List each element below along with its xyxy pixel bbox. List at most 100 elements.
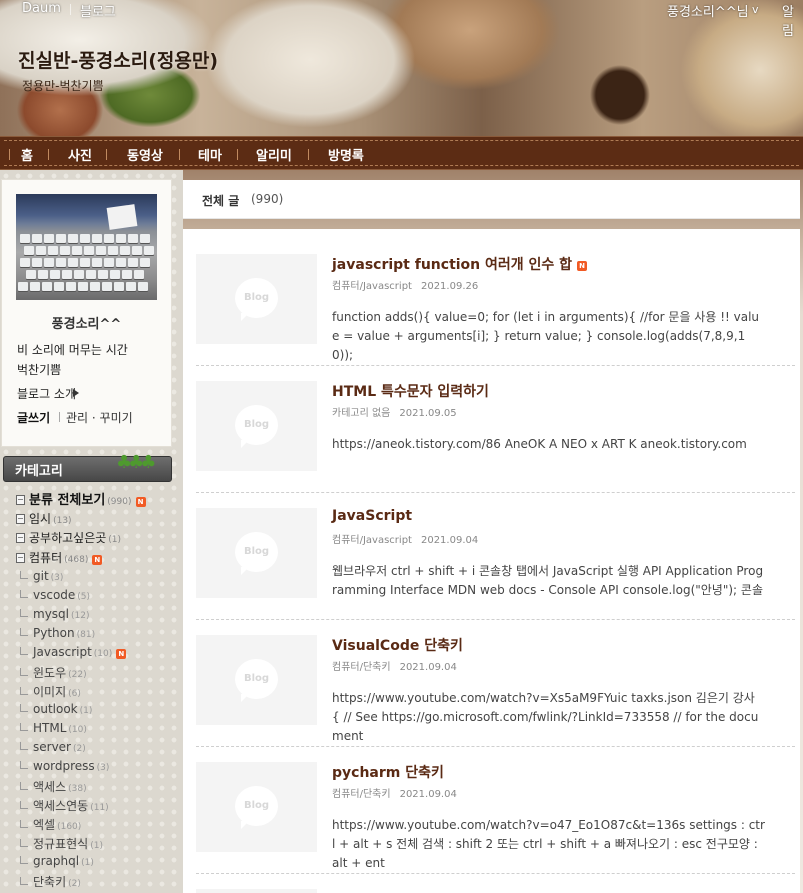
nav-item-video[interactable]: 동영상 xyxy=(127,145,163,164)
folder-icon xyxy=(16,514,25,524)
blog-subtitle: 정용만-벅찬기쁨 xyxy=(22,79,104,93)
subcategory-item[interactable]: 액세스 (38) xyxy=(20,778,87,796)
category-item[interactable]: 임시 (13) xyxy=(16,510,72,528)
nav-item-home[interactable]: 홈 xyxy=(21,145,33,164)
post-thumbnail[interactable]: Blog xyxy=(196,635,317,725)
tree-branch-icon xyxy=(20,668,28,676)
blog-intro-link[interactable]: 블로그 소개 xyxy=(17,385,76,402)
blog-bubble-icon: Blog xyxy=(235,278,278,321)
tree-branch-icon xyxy=(20,687,28,695)
post-title[interactable]: pycharm 단축키 xyxy=(332,762,444,782)
post-divider xyxy=(196,619,795,620)
post-excerpt[interactable]: function adds(){ value=0; for (let i in … xyxy=(332,308,765,365)
subcategory-item[interactable]: outlook (1) xyxy=(20,702,92,720)
tree-branch-icon xyxy=(20,628,28,636)
alarm-link[interactable]: 알림 xyxy=(782,1,803,39)
post-title[interactable]: javascript function 여러개 인수 합N xyxy=(332,254,588,274)
daum-link[interactable]: Daum xyxy=(22,1,61,16)
tree-branch-icon xyxy=(20,877,28,885)
post-divider xyxy=(196,492,795,493)
blog-link[interactable]: 블로그 xyxy=(80,1,116,20)
top-separator xyxy=(70,4,71,15)
post-item[interactable]: Blog javascript function 여러개 인수 합N 컴퓨터/J… xyxy=(196,254,795,381)
post-item[interactable]: Blog VisualCode 단축키 컴퓨터/단축키 2021.09.04 ht… xyxy=(196,635,795,762)
nav-item-guestbook[interactable]: 방명록 xyxy=(328,145,364,164)
separator xyxy=(59,412,60,422)
nav-separator xyxy=(9,149,10,160)
tree-branch-icon xyxy=(20,839,28,847)
manage-link[interactable]: 관리 · 꾸미기 xyxy=(66,409,133,426)
nav-separator xyxy=(106,149,107,160)
subcategory-item[interactable]: 엑셀 (160) xyxy=(20,816,81,834)
nav-separator xyxy=(48,149,49,160)
new-badge: N xyxy=(92,555,103,565)
tree-branch-icon xyxy=(20,801,28,809)
subcategory-item[interactable]: server (2) xyxy=(20,740,86,758)
post-thumbnail[interactable]: Blog xyxy=(196,508,317,598)
arrow-right-icon xyxy=(73,389,79,397)
tree-branch-icon xyxy=(20,647,28,655)
post-excerpt[interactable]: 웹브라우저 ctrl + shift + i 콘솔창 탭에서 JavaScrip… xyxy=(332,562,765,600)
category-item[interactable]: 공부하고싶은곳 (1) xyxy=(16,529,121,547)
subcategory-item[interactable]: 정규표현식 (1) xyxy=(20,835,103,853)
nav-separator xyxy=(179,149,180,160)
post-item[interactable]: Blog pycharm 단축키 컴퓨터/단축키 2021.09.04 https… xyxy=(196,762,795,889)
post-meta: 컴퓨터/단축키 2021.09.04 xyxy=(332,658,457,673)
write-post-link[interactable]: 글쓰기 xyxy=(17,409,50,426)
subcategory-item[interactable]: 단축키 (2) xyxy=(20,873,81,891)
category-item[interactable]: 분류 전체보기 (990) N xyxy=(16,489,146,508)
user-menu[interactable]: 풍경소리^^님 xyxy=(667,1,749,20)
chevron-down-icon[interactable]: v xyxy=(752,3,759,16)
keyboard-keys xyxy=(18,282,148,291)
post-category[interactable]: 컴퓨터/Javascript xyxy=(332,535,412,546)
post-title[interactable]: VisualCode 단축키 xyxy=(332,635,463,655)
subcategory-item[interactable]: git (3) xyxy=(20,569,63,587)
post-category[interactable]: 컴퓨터/단축키 xyxy=(332,789,391,800)
photo-card-shape xyxy=(106,204,138,230)
subcategory-item[interactable]: Javascript (10) N xyxy=(20,645,127,663)
post-excerpt[interactable]: https://aneok.tistory.com/86 AneOK A NEO… xyxy=(332,435,765,454)
tree-branch-icon xyxy=(20,782,28,790)
subcategory-item[interactable]: mysql (12) xyxy=(20,607,89,625)
post-thumbnail[interactable] xyxy=(196,889,317,893)
post-thumbnail[interactable]: Blog xyxy=(196,381,317,471)
keyboard-keys xyxy=(24,246,154,255)
post-meta: 카테고리 없음 2021.09.05 xyxy=(332,404,457,419)
subcategory-item[interactable]: HTML (10) xyxy=(20,721,87,739)
subcategory-item[interactable]: 윈도우 (22) xyxy=(20,664,87,682)
category-item[interactable]: 컴퓨터 (468) N xyxy=(16,549,103,567)
tree-branch-icon xyxy=(20,571,28,579)
post-category[interactable]: 컴퓨터/Javascript xyxy=(332,281,412,292)
post-date: 2021.09.04 xyxy=(399,789,457,800)
post-excerpt[interactable]: https://www.youtube.com/watch?v=Xs5aM9FY… xyxy=(332,689,765,746)
blog-title[interactable]: 진실반-풍경소리(정용만) xyxy=(18,46,218,73)
post-thumbnail[interactable]: Blog xyxy=(196,254,317,344)
blog-bubble-icon: Blog xyxy=(235,405,278,448)
post-title[interactable]: HTML 특수문자 입력하기 xyxy=(332,381,489,401)
folder-icon xyxy=(16,533,25,543)
post-title[interactable]: JavaScript xyxy=(332,508,412,524)
post-thumbnail[interactable]: Blog xyxy=(196,762,317,852)
subcategory-item[interactable]: Python (81) xyxy=(20,626,95,644)
tree-branch-icon xyxy=(20,742,28,750)
subcategory-item[interactable]: vscode (5) xyxy=(20,588,90,606)
profile-photo[interactable] xyxy=(16,194,157,300)
tree-branch-icon xyxy=(20,723,28,731)
nav-item-photo[interactable]: 사진 xyxy=(68,145,92,164)
post-item[interactable] xyxy=(196,889,795,893)
post-item[interactable]: Blog HTML 특수문자 입력하기 카테고리 없음 2021.09.05 ht… xyxy=(196,381,795,508)
post-category[interactable]: 카테고리 없음 xyxy=(332,408,390,419)
nav-item-theme[interactable]: 테마 xyxy=(198,145,222,164)
blog-bubble-icon: Blog xyxy=(235,786,278,829)
subcategory-item[interactable]: 이미지 (6) xyxy=(20,683,81,701)
post-divider xyxy=(196,746,795,747)
post-item[interactable]: Blog JavaScript 컴퓨터/Javascript 2021.09.04… xyxy=(196,508,795,635)
subcategory-item[interactable]: wordpress (3) xyxy=(20,759,109,777)
nav-item-notice[interactable]: 알리미 xyxy=(256,145,292,164)
subcategory-item[interactable]: 액세스연동 (11) xyxy=(20,797,109,815)
post-date: 2021.09.05 xyxy=(399,408,457,419)
post-category[interactable]: 컴퓨터/단축키 xyxy=(332,662,391,673)
post-excerpt[interactable]: https://www.youtube.com/watch?v=o47_Eo1O… xyxy=(332,816,765,873)
subcategory-item[interactable]: graphql (1) xyxy=(20,854,94,872)
post-divider xyxy=(196,873,795,874)
